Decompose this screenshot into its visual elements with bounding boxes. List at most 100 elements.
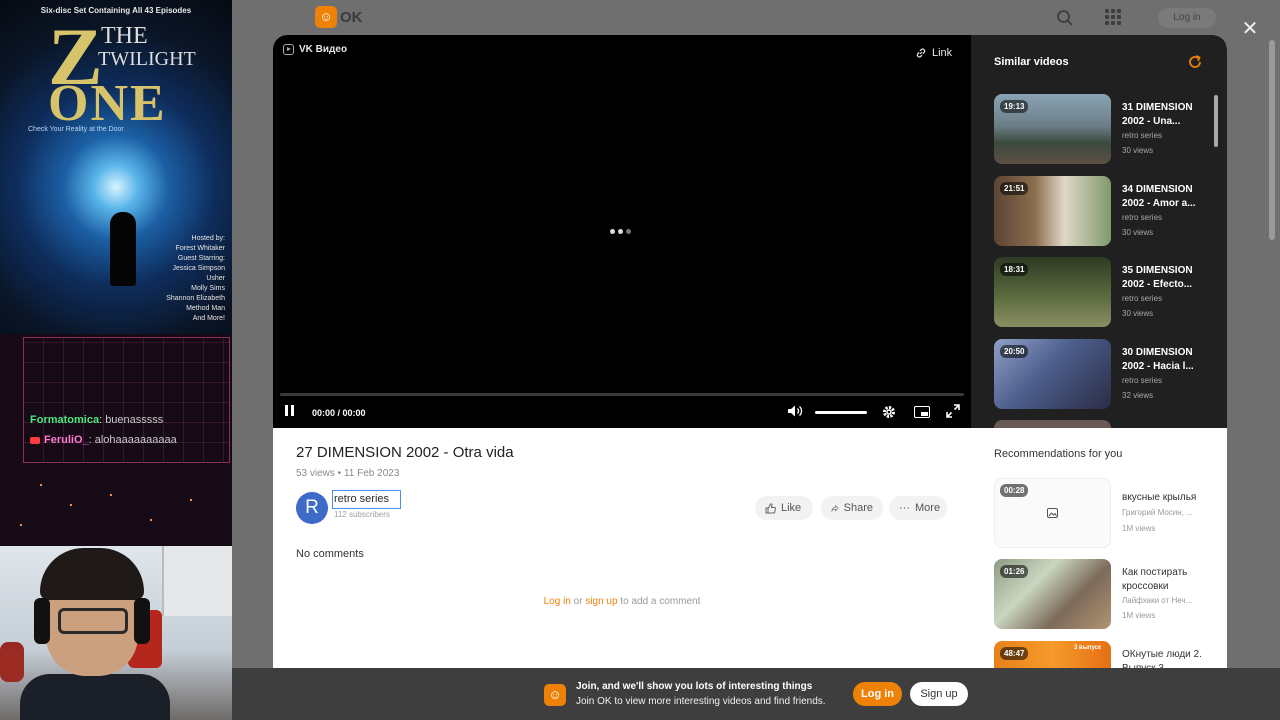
settings-gear-icon[interactable] <box>881 404 897 420</box>
similar-scrollbar[interactable] <box>1214 95 1218 147</box>
youtube-icon <box>30 436 40 444</box>
similar-video-item[interactable]: 20:50 30 DIMENSION 2002 - Hacia l... ret… <box>994 339 1214 409</box>
comment-login-link[interactable]: Log in <box>544 596 571 607</box>
recommendations-title: Recommendations for you <box>994 448 1123 460</box>
chat-text: : buenasssss <box>99 414 164 426</box>
similar-video-channel: retro series <box>1122 294 1163 303</box>
banner-login-button[interactable]: Log in <box>853 682 902 706</box>
chat-message: Formatomica: buenasssss <box>30 414 163 426</box>
poster-title-zone: ONE <box>48 75 167 132</box>
poster-title-twilight: TWILIGHT <box>98 48 196 70</box>
episode-badge: 3 выпуск <box>1074 645 1101 651</box>
comment-prompt: Log in or sign up to add a comment <box>543 596 701 607</box>
chat-username: Formatomica <box>30 414 100 426</box>
poster-silhouette <box>110 212 136 286</box>
join-banner: ☺ Join, and we'll show you lots of inter… <box>232 668 1280 720</box>
recommended-video-views: 1M views <box>1122 524 1156 533</box>
similar-videos-panel: Similar videos 19:13 31 DIMENSION 2002 -… <box>971 35 1227 428</box>
duration-badge: 00:28 <box>1000 484 1029 497</box>
channel-avatar[interactable]: R <box>296 492 328 524</box>
duration-badge: 20:50 <box>1000 345 1029 358</box>
thumbs-up-icon <box>765 502 776 513</box>
recommended-video-channel: Лайфхаки от Неч... <box>1122 596 1193 605</box>
duration-badge: 48:47 <box>1000 647 1029 660</box>
miniplayer-icon[interactable] <box>914 406 930 418</box>
recommended-video-channel: Григорий Мосин, ... <box>1122 508 1193 517</box>
banner-signup-button[interactable]: Sign up <box>910 682 968 706</box>
channel-subscribers: 112 subscribers <box>334 510 390 519</box>
similar-video-channel: retro series <box>1122 213 1163 222</box>
chat-username: FeruliO_ <box>44 434 89 446</box>
ok-logo-icon: ☺ <box>544 684 566 706</box>
no-comments-label: No comments <box>296 548 364 560</box>
recommended-video-title: вкусные крылья <box>1122 492 1197 503</box>
share-arrow-icon <box>831 504 839 511</box>
close-icon[interactable]: ✕ <box>1240 19 1260 39</box>
page-scrollbar[interactable] <box>1269 40 1275 240</box>
search-icon[interactable] <box>1056 9 1074 27</box>
webcam-feed <box>0 546 232 720</box>
more-button[interactable]: ··· More <box>889 496 947 520</box>
video-progress-bar[interactable] <box>280 393 964 396</box>
similar-video-views: 32 views <box>1122 391 1154 400</box>
loading-spinner <box>610 229 631 234</box>
link-icon <box>916 48 926 58</box>
image-placeholder-icon <box>1047 508 1058 518</box>
similar-video-title: 31 DIMENSION 2002 - Una... <box>1122 102 1193 127</box>
volume-icon[interactable] <box>787 404 803 418</box>
player-controls: 00:00 / 00:00 <box>273 401 971 425</box>
similar-videos-title: Similar videos <box>994 56 1069 68</box>
duration-badge: 18:31 <box>1000 263 1029 276</box>
ok-logo-icon: ☺ <box>315 6 337 28</box>
similar-video-views: 30 views <box>1122 146 1154 155</box>
recommended-video-item[interactable]: 01:26 Как постирать кроссовки Лайфхаки о… <box>994 559 1214 629</box>
ok-header: ☺ OK Log in <box>232 0 1280 35</box>
stream-overlay: Six-disc Set Containing All 43 Episodes … <box>0 0 232 720</box>
similar-video-title: 30 DIMENSION 2002 - Hacia l... <box>1122 347 1194 372</box>
similar-video-item[interactable]: 21:51 34 DIMENSION 2002 - Amor a... retr… <box>994 176 1214 246</box>
duration-badge: 19:13 <box>1000 100 1029 113</box>
poster-credits: Hosted by: Forest Whitaker Guest Starrin… <box>166 235 225 322</box>
recommended-video-item[interactable]: 00:28 вкусные крылья Григорий Мосин, ...… <box>994 478 1214 548</box>
join-banner-subtext: Join OK to view more interesting videos … <box>576 696 826 707</box>
pause-icon[interactable] <box>284 405 296 417</box>
similar-video-views: 30 views <box>1122 309 1154 318</box>
apps-grid-icon[interactable] <box>1105 9 1121 25</box>
chat-text: : alohaaaaaaaaaa <box>88 434 177 446</box>
duration-badge: 21:51 <box>1000 182 1029 195</box>
chat-message: FeruliO_: alohaaaaaaaaaa <box>30 434 177 446</box>
ok-logo[interactable]: ☺ OK <box>315 6 363 28</box>
recommended-video-title: Как постирать кроссовки <box>1122 567 1188 592</box>
vk-video-badge: VK Видео <box>283 44 347 55</box>
video-modal: VK Видео Link 00:00 / 00:00 27 DIMENSION… <box>273 35 1227 720</box>
similar-video-views: 30 views <box>1122 228 1154 237</box>
similar-video-title: 35 DIMENSION 2002 - Efecto... <box>1122 265 1193 290</box>
similar-video-item[interactable]: 18:31 35 DIMENSION 2002 - Efecto... retr… <box>994 257 1214 327</box>
video-meta: 53 views • 11 Feb 2023 <box>296 468 400 479</box>
poster-top-line: Six-disc Set Containing All 43 Episodes <box>40 6 192 15</box>
channel-name-link[interactable]: retro series <box>332 490 401 509</box>
twilight-zone-poster: Six-disc Set Containing All 43 Episodes … <box>0 0 232 334</box>
poster-tagline: Check Your Reality at the Door <box>28 126 124 133</box>
vk-play-icon <box>283 44 294 55</box>
volume-slider[interactable] <box>815 411 867 414</box>
like-button[interactable]: Like <box>755 496 813 520</box>
video-sidebar: Similar videos 19:13 31 DIMENSION 2002 -… <box>971 35 1227 720</box>
video-title: 27 DIMENSION 2002 - Otra vida <box>296 444 514 461</box>
playback-time: 00:00 / 00:00 <box>312 408 366 418</box>
share-button[interactable]: Share <box>821 496 883 520</box>
header-login-button[interactable]: Log in <box>1158 8 1216 28</box>
comment-signup-link[interactable]: sign up <box>585 596 617 607</box>
stream-chat: Formatomica: buenasssss FeruliO_: alohaa… <box>0 334 232 546</box>
similar-video-channel: retro series <box>1122 131 1163 140</box>
similar-video-channel: retro series <box>1122 376 1163 385</box>
join-banner-headline: Join, and we'll show you lots of interes… <box>576 681 813 692</box>
recommended-video-views: 1M views <box>1122 611 1156 620</box>
video-player[interactable]: VK Видео Link 00:00 / 00:00 <box>273 35 971 428</box>
duration-badge: 01:26 <box>1000 565 1029 578</box>
similar-video-item[interactable]: 19:13 31 DIMENSION 2002 - Una... retro s… <box>994 94 1214 164</box>
similar-video-title: 34 DIMENSION 2002 - Amor a... <box>1122 184 1196 209</box>
refresh-icon[interactable] <box>1187 54 1203 70</box>
copy-link-button[interactable]: Link <box>915 47 952 59</box>
fullscreen-icon[interactable] <box>946 404 960 418</box>
